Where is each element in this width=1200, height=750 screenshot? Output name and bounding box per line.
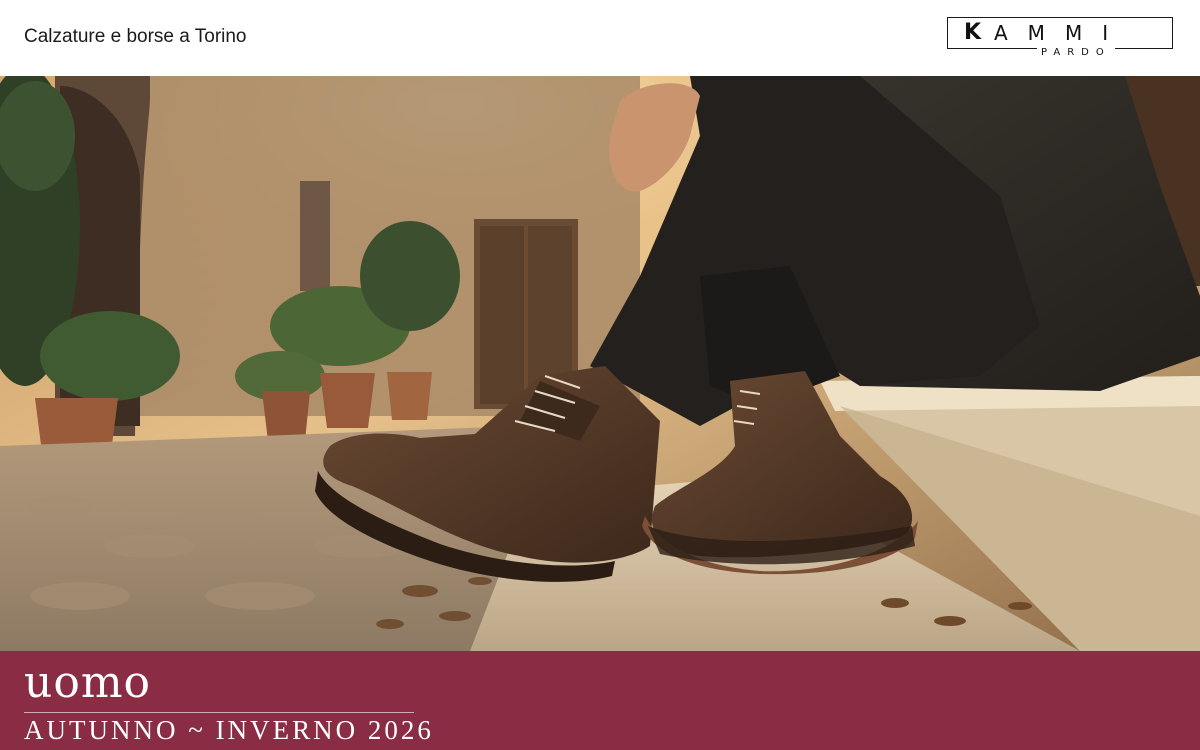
- season-label: AUTUNNO ~ INVERNO 2026: [24, 715, 434, 745]
- collection-banner: uomo AUTUNNO ~ INVERNO 2026: [0, 651, 1200, 750]
- logo-frame: K AMMI: [947, 17, 1173, 49]
- logo-wordmark: AMMI: [994, 21, 1129, 45]
- title-divider: [24, 712, 414, 713]
- hero-image: [0, 76, 1200, 651]
- logo-letter-k: K: [964, 20, 982, 45]
- collection-title: uomo: [24, 657, 152, 708]
- kammi-pardo-logo[interactable]: K AMMI PARDO: [947, 17, 1175, 59]
- site-header: Calzature e borse a Torino K AMMI PARDO: [0, 0, 1200, 76]
- logo-subtitle: PARDO: [1037, 47, 1115, 59]
- boots-photo-icon: [0, 76, 1200, 651]
- store-tagline: Calzature e borse a Torino: [24, 26, 247, 47]
